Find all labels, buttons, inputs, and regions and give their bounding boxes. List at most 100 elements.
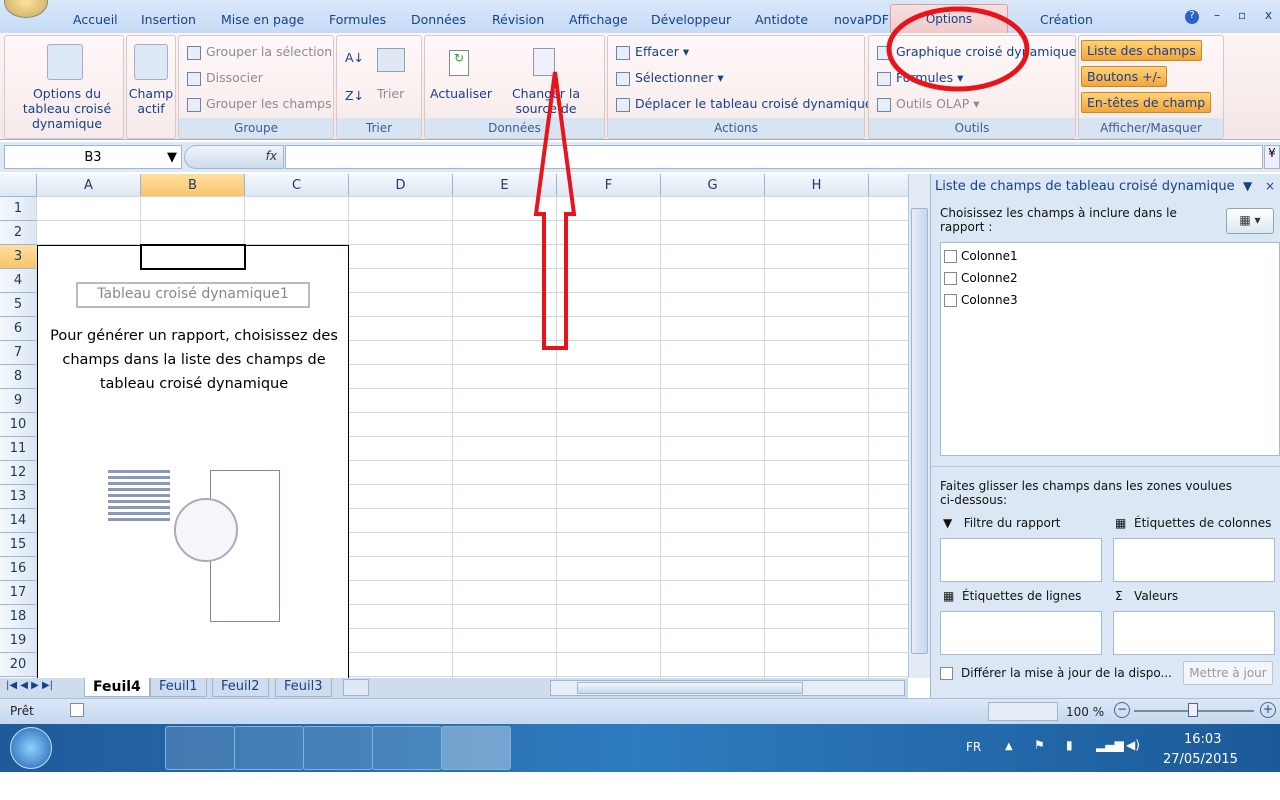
row-header[interactable]: 12 bbox=[0, 461, 37, 485]
horizontal-scrollbar[interactable] bbox=[550, 680, 905, 696]
network-app-icon[interactable] bbox=[165, 726, 235, 770]
row-header[interactable]: 4 bbox=[0, 269, 37, 293]
sort-desc-icon[interactable]: Z↓ bbox=[345, 88, 364, 103]
chrome-icon[interactable] bbox=[234, 726, 304, 770]
row-header[interactable]: 10 bbox=[0, 413, 37, 437]
tab-mise-en-page[interactable]: Mise en page bbox=[221, 12, 304, 27]
row-header[interactable]: 11 bbox=[0, 437, 37, 461]
sheet-nav-icons[interactable]: |◀ ◀ ▶ ▶| bbox=[6, 680, 53, 691]
sheet-tab[interactable]: Feuil4 bbox=[84, 678, 150, 697]
row-header[interactable]: 20 bbox=[0, 653, 37, 677]
vertical-scrollbar[interactable] bbox=[908, 174, 930, 678]
field-list-button[interactable]: Liste des champs bbox=[1081, 40, 1202, 61]
minimize-icon[interactable]: – bbox=[1214, 8, 1220, 22]
tab-insertion[interactable]: Insertion bbox=[141, 12, 196, 27]
ungroup-button[interactable]: Dissocier bbox=[187, 70, 263, 86]
select-all-corner[interactable] bbox=[0, 174, 37, 197]
insert-sheet-icon[interactable] bbox=[343, 679, 369, 696]
sheet-tab[interactable]: Feuil2 bbox=[212, 678, 269, 697]
row-header[interactable]: 5 bbox=[0, 293, 37, 317]
column-header[interactable]: E bbox=[453, 174, 557, 197]
macro-record-icon[interactable] bbox=[70, 703, 84, 717]
close-icon[interactable]: x bbox=[1265, 8, 1272, 22]
buttons-toggle[interactable]: Boutons +/- bbox=[1081, 66, 1168, 87]
row-header[interactable]: 17 bbox=[0, 581, 37, 605]
row-labels-zone[interactable] bbox=[940, 611, 1102, 655]
column-header[interactable]: H bbox=[765, 174, 869, 197]
tab-novapdf[interactable]: novaPDF bbox=[834, 12, 889, 27]
tab-formules[interactable]: Formules bbox=[329, 12, 386, 27]
olap-tools-button[interactable]: Outils OLAP ▾ bbox=[877, 96, 980, 112]
column-header[interactable]: F bbox=[557, 174, 661, 197]
clock-time[interactable]: 16:03 bbox=[1184, 732, 1221, 747]
battery-icon[interactable]: ▮ bbox=[1066, 738, 1073, 752]
tab-donnees[interactable]: Données bbox=[411, 12, 466, 27]
formulas-button[interactable]: Formules ▾ bbox=[877, 70, 963, 86]
zoom-out-icon[interactable]: − bbox=[1114, 702, 1130, 718]
tab-revision[interactable]: Révision bbox=[492, 12, 544, 27]
insert-function-button[interactable]: fx bbox=[184, 145, 284, 169]
row-header[interactable]: 15 bbox=[0, 533, 37, 557]
sticky-notes-icon[interactable] bbox=[303, 726, 373, 770]
refresh-button[interactable]: Actualiser bbox=[430, 86, 492, 101]
row-header[interactable]: 16 bbox=[0, 557, 37, 581]
column-header[interactable]: A bbox=[37, 174, 141, 197]
report-filter-zone[interactable] bbox=[940, 538, 1102, 582]
field-checkbox[interactable]: Colonne2 bbox=[944, 271, 1018, 285]
group-fields-button[interactable]: Grouper les champs bbox=[187, 96, 332, 112]
field-headers-button[interactable]: En-têtes de champ bbox=[1081, 92, 1212, 113]
expand-formula-icon[interactable]: ¥ bbox=[1264, 145, 1280, 169]
scrollbar-thumb[interactable] bbox=[911, 208, 928, 654]
row-header[interactable]: 2 bbox=[0, 221, 37, 245]
row-header[interactable]: 3 bbox=[0, 245, 37, 269]
tab-options[interactable]: Options bbox=[890, 4, 1008, 34]
excel-icon[interactable] bbox=[441, 726, 511, 770]
select-button[interactable]: Sélectionner ▾ bbox=[616, 70, 724, 86]
zoom-in-icon[interactable]: + bbox=[1260, 702, 1276, 718]
layout-options-button[interactable]: ▦ ▾ bbox=[1226, 208, 1274, 234]
column-header[interactable]: G bbox=[661, 174, 765, 197]
view-buttons[interactable] bbox=[988, 702, 1058, 721]
defer-update-checkbox[interactable]: Différer la mise à jour de la dispo... bbox=[940, 666, 1172, 680]
row-header[interactable]: 6 bbox=[0, 317, 37, 341]
column-header[interactable]: D bbox=[349, 174, 453, 197]
signal-icon[interactable]: ▂▄▆ bbox=[1096, 738, 1124, 752]
column-header[interactable] bbox=[869, 174, 908, 197]
field-checkbox[interactable]: Colonne1 bbox=[944, 249, 1018, 263]
row-header[interactable]: 13 bbox=[0, 485, 37, 509]
panel-close-icon[interactable]: × bbox=[1265, 179, 1275, 193]
zoom-slider-handle[interactable] bbox=[1188, 703, 1198, 717]
help-icon[interactable]: ? bbox=[1185, 10, 1199, 24]
pivot-options-button[interactable]: Options du tableau croisé dynamique bbox=[8, 86, 126, 131]
column-header[interactable]: B bbox=[141, 174, 245, 197]
skype-icon[interactable] bbox=[372, 726, 442, 770]
clock-date[interactable]: 27/05/2015 bbox=[1163, 752, 1238, 767]
panel-menu-icon[interactable]: ▼ bbox=[1243, 179, 1252, 193]
dropdown-icon[interactable]: ▼ bbox=[167, 150, 177, 165]
office-button[interactable] bbox=[4, 0, 48, 18]
values-zone[interactable] bbox=[1113, 611, 1275, 655]
tab-creation[interactable]: Création bbox=[1040, 12, 1093, 27]
row-header[interactable]: 7 bbox=[0, 341, 37, 365]
move-pivot-button[interactable]: Déplacer le tableau croisé dynamique bbox=[616, 96, 873, 112]
zoom-level[interactable]: 100 % bbox=[1066, 705, 1104, 719]
active-field-button[interactable]: Champ actif bbox=[127, 86, 175, 116]
horizontal-scrollbar-thumb[interactable] bbox=[577, 682, 803, 694]
sheet-tab[interactable]: Feuil1 bbox=[150, 678, 207, 697]
tab-accueil[interactable]: Accueil bbox=[73, 12, 118, 27]
column-labels-zone[interactable] bbox=[1113, 538, 1275, 582]
flag-icon[interactable]: ⚑ bbox=[1034, 738, 1045, 752]
language-indicator[interactable]: FR bbox=[966, 740, 981, 754]
column-header[interactable]: C bbox=[245, 174, 349, 197]
row-header[interactable]: 1 bbox=[0, 197, 37, 221]
restore-icon[interactable]: ▫ bbox=[1238, 8, 1246, 22]
group-selection-button[interactable]: Grouper la sélection bbox=[187, 44, 332, 60]
sheet-tab[interactable]: Feuil3 bbox=[275, 678, 332, 697]
row-header[interactable]: 18 bbox=[0, 605, 37, 629]
sort-button[interactable]: Trier bbox=[377, 86, 404, 101]
update-button[interactable]: Mettre à jour bbox=[1183, 661, 1273, 685]
volume-icon[interactable]: ◀) bbox=[1126, 738, 1140, 752]
row-header[interactable]: 14 bbox=[0, 509, 37, 533]
spreadsheet-grid[interactable]: A B C D E F G H 1 2 3 4 5 6 7 8 9 10 11 12 13 14 15 16 17 18 19 20 … bbox=[0, 174, 908, 678]
pivot-placeholder[interactable]: Tableau croisé dynamique1 Pour générer u… bbox=[37, 245, 349, 678]
